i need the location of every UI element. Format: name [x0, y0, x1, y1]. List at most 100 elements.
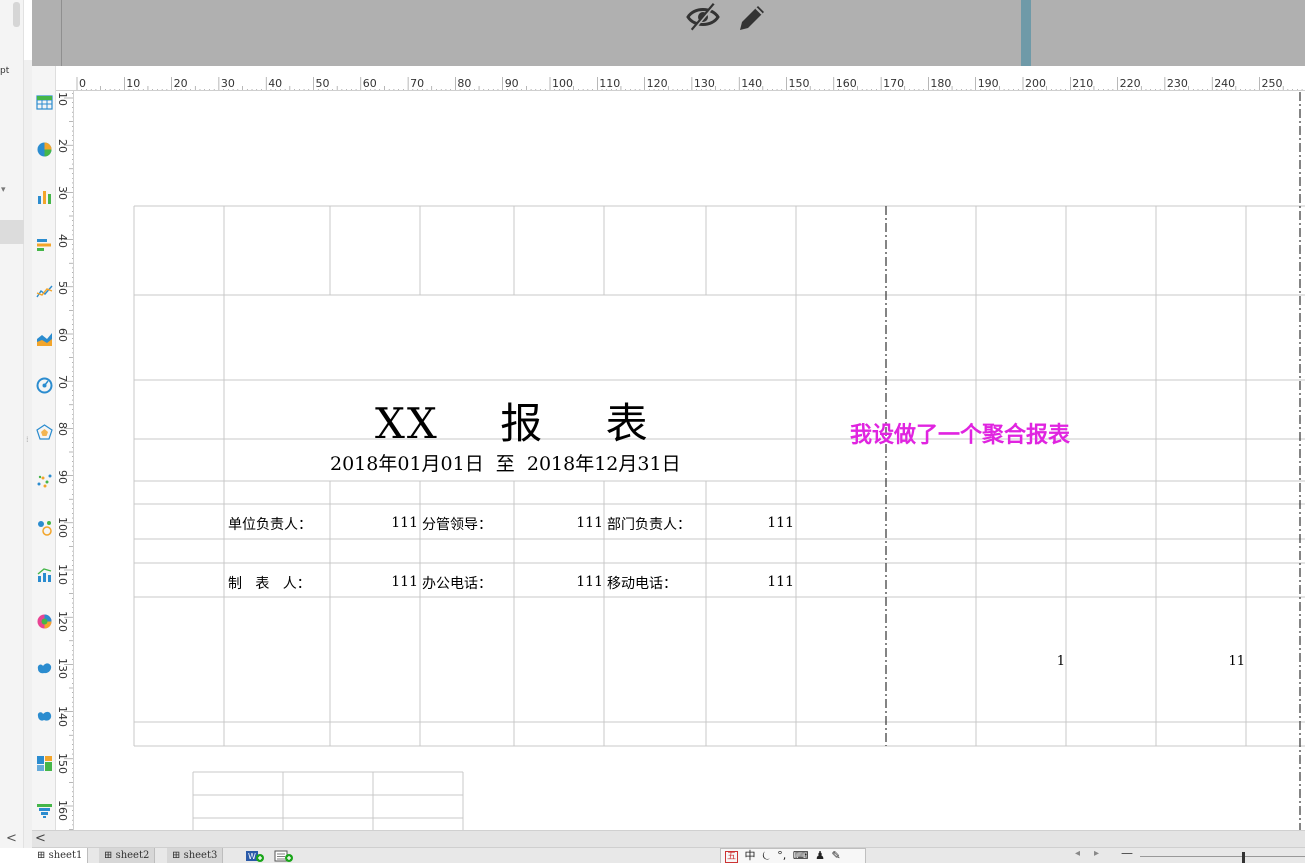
division-leader-value[interactable]: 111: [515, 515, 603, 531]
mobile-phone-value[interactable]: 111: [707, 574, 794, 590]
h-ruler-label: 250: [1261, 77, 1283, 90]
treemap-icon[interactable]: [36, 755, 53, 772]
left-panel-label: pt: [0, 66, 10, 76]
bar-chart-icon[interactable]: [36, 188, 53, 205]
ime-wubi-icon[interactable]: 五: [725, 851, 739, 863]
add-report-icon[interactable]: [274, 849, 294, 863]
ring-chart-icon[interactable]: [36, 613, 53, 630]
horizontal-bar-icon[interactable]: [36, 236, 53, 253]
sheet-tab-1[interactable]: ⊞ sheet1: [32, 848, 89, 863]
pencil-icon[interactable]: [736, 2, 768, 32]
report-date-range[interactable]: 2018年01月01日 至 2018年12月31日: [330, 449, 681, 476]
h-ruler-label: 110: [599, 77, 621, 90]
h-ruler-label: 240: [1214, 77, 1236, 90]
ime-user-icon[interactable]: ♟: [815, 849, 825, 863]
h-ruler-label: 170: [883, 77, 905, 90]
dept-leader-label[interactable]: 部门负责人：: [607, 514, 691, 534]
line-chart-icon[interactable]: [36, 283, 53, 300]
v-ruler-label: 80: [56, 422, 69, 437]
h-ruler-label: 220: [1119, 77, 1141, 90]
sheet-tab-3-label: sheet3: [183, 850, 218, 861]
left-panel-scrollbar[interactable]: [13, 2, 20, 27]
v-ruler-label: 20: [56, 139, 69, 154]
h-ruler-label: 20: [173, 77, 188, 90]
pie-chart-icon[interactable]: [36, 141, 53, 158]
zoom-out-icon[interactable]: —: [1121, 846, 1133, 860]
zoom-slider-track[interactable]: [1140, 856, 1305, 857]
h-ruler-label: 30: [220, 77, 235, 90]
h-ruler-label: 120: [646, 77, 668, 90]
v-ruler-label: 100: [56, 516, 69, 538]
report-grid: [133, 92, 1305, 830]
bubble-chart-icon[interactable]: [36, 519, 53, 536]
report-title[interactable]: XX 报 表: [375, 390, 650, 451]
h-ruler-label: 40: [268, 77, 283, 90]
funnel-icon[interactable]: [36, 802, 53, 819]
annotation-text[interactable]: 我设做了一个聚合报表: [850, 417, 1070, 449]
left-panel-selected-item[interactable]: [0, 220, 24, 244]
data-cell-value-1[interactable]: 1: [977, 654, 1065, 669]
map-icon[interactable]: [36, 660, 53, 677]
unit-leader-label[interactable]: 单位负责人：: [228, 514, 312, 534]
h-ruler-label: 100: [552, 77, 573, 90]
ime-punctuation-icon[interactable]: °,: [777, 849, 786, 863]
scatter-icon[interactable]: [36, 472, 53, 489]
mobile-phone-label[interactable]: 移动电话：: [607, 573, 677, 593]
splitter-grip-icon[interactable]: ⁞: [26, 435, 29, 444]
vertical-ruler: 10 20 30 40 50 60 70 80 90 100 110 120 130 140 150 160: [56, 91, 74, 830]
ime-chinese-toggle[interactable]: 中: [745, 849, 756, 863]
v-ruler-label: 30: [56, 186, 69, 201]
preparer-value[interactable]: 111: [331, 574, 418, 590]
h-ruler-label: 50: [315, 77, 330, 90]
office-phone-value[interactable]: 111: [515, 574, 603, 590]
report-canvas[interactable]: XX 报 表 2018年01月01日 至 2018年12月31日 单位负责人： …: [75, 92, 1305, 830]
sheet-nav-arrows[interactable]: ◂▸: [1075, 848, 1113, 859]
eye-slash-icon[interactable]: [686, 2, 720, 32]
ime-toolbar: 五 中 ⏾ °, ⌨ ♟ ✎: [720, 848, 866, 863]
splitter-handle[interactable]: [1021, 0, 1031, 66]
table-icon[interactable]: [36, 94, 53, 111]
top-preview-area: [32, 0, 1305, 66]
collapse-arrow-icon[interactable]: ▾: [1, 185, 6, 195]
v-ruler-label: 160: [56, 800, 69, 821]
ime-keyboard-icon[interactable]: ⌨: [793, 849, 809, 863]
zoom-slider-thumb[interactable]: [1242, 852, 1245, 863]
area-chart-icon[interactable]: [36, 330, 53, 347]
h-ruler-label: 190: [977, 77, 999, 90]
map-alt-icon[interactable]: [36, 708, 53, 725]
h-ruler-label: 90: [504, 77, 519, 90]
sheet-tab-2[interactable]: ⊞ sheet2: [99, 848, 156, 863]
ime-moon-icon[interactable]: ⏾: [762, 849, 771, 863]
h-ruler-label: 130: [693, 77, 715, 90]
h-ruler-label: 140: [741, 77, 763, 90]
v-ruler-label: 60: [56, 328, 69, 342]
h-ruler-label: 70: [410, 77, 425, 90]
v-ruler-label: 120: [56, 611, 69, 633]
radar-chart-icon[interactable]: [36, 424, 53, 441]
preparer-label[interactable]: 制 表 人：: [228, 573, 311, 593]
svg-text:W: W: [248, 852, 256, 861]
v-ruler-label: 150: [56, 752, 69, 774]
v-ruler-label: 10: [56, 92, 69, 106]
add-sheet-icon[interactable]: W: [245, 849, 265, 863]
unit-leader-value[interactable]: 111: [331, 515, 418, 531]
data-cell-value-2[interactable]: 11: [1157, 654, 1245, 669]
h-ruler-label: 160: [835, 77, 857, 90]
gauge-icon[interactable]: [36, 377, 53, 394]
chart-toolbox: [32, 66, 56, 830]
panel-splitter[interactable]: ⁞: [24, 60, 32, 848]
designer-window: pt ▾ < ⁞ 0 10 20 30 40 50 60 70 80 90 100 110 120 130…: [0, 0, 1305, 863]
office-phone-label[interactable]: 办公电话：: [422, 573, 492, 593]
sheet-tab-3[interactable]: ⊞ sheet3: [167, 848, 224, 863]
dept-leader-value[interactable]: 111: [707, 515, 794, 531]
status-bar: ⊞ sheet1 ⊞ sheet2 ⊞ sheet3 W 五 中 ⏾ °, ⌨ …: [32, 846, 1305, 863]
v-ruler-label: 90: [56, 469, 69, 484]
division-leader-label[interactable]: 分管领导：: [422, 514, 492, 534]
horizontal-scrollbar[interactable]: <: [32, 830, 1305, 847]
top-area-divider: [61, 0, 62, 66]
combo-chart-icon[interactable]: [36, 566, 53, 583]
scroll-left-icon[interactable]: <: [6, 831, 17, 846]
ime-settings-icon[interactable]: ✎: [831, 849, 840, 863]
scroll-left-arrow-icon[interactable]: <: [35, 831, 46, 846]
v-ruler-label: 70: [56, 375, 69, 390]
